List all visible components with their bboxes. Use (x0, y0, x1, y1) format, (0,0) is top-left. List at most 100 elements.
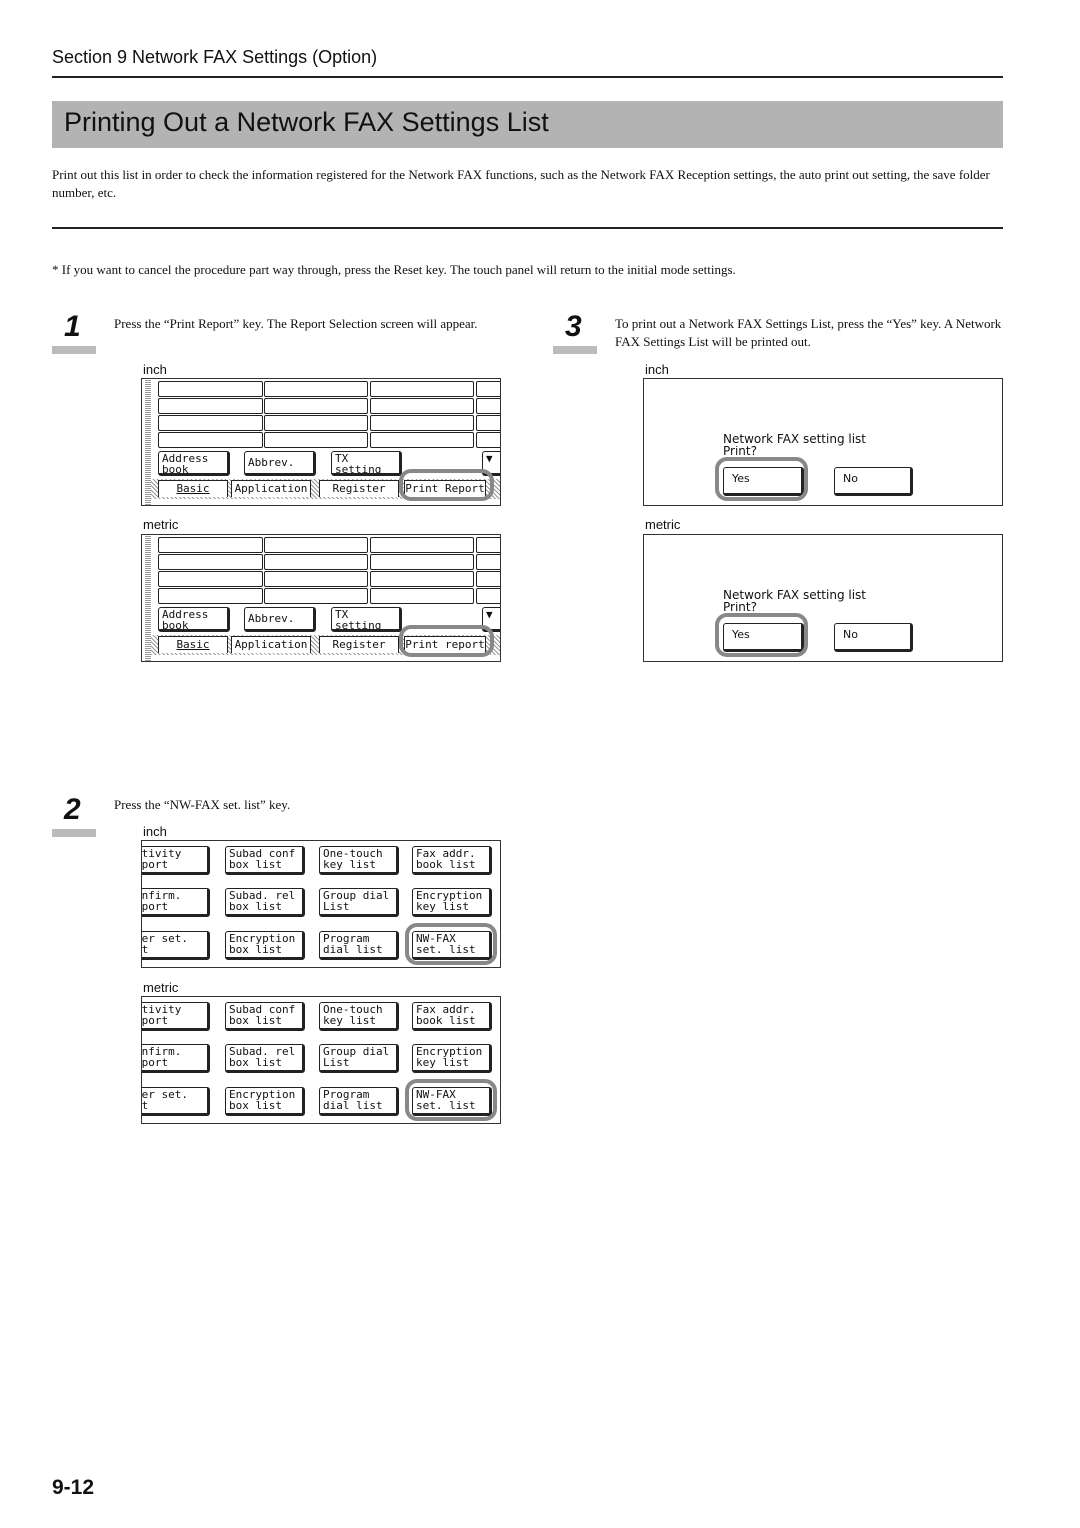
intro-rule (52, 227, 1003, 229)
list-cell[interactable] (264, 571, 368, 587)
list-cell[interactable] (264, 381, 368, 397)
report-key-fax-addr-book-list[interactable]: Fax addr. book list (412, 846, 492, 875)
metric-label: metric (143, 517, 179, 532)
confirm-question: Print? (723, 446, 757, 456)
list-cell[interactable] (370, 554, 474, 570)
metric-label: metric (645, 517, 681, 532)
manual-page: Section 9 Network FAX Settings (Option) … (0, 0, 1080, 1528)
page-number: 9-12 (52, 1476, 95, 1499)
report-key-ser-set-st[interactable]: ser set. st (142, 1087, 210, 1116)
inch-label: inch (143, 824, 167, 839)
tab-basic[interactable]: Basic (158, 636, 228, 653)
list-cell[interactable] (476, 432, 500, 448)
confirm-message: Network FAX setting list (723, 432, 867, 446)
tab-application[interactable]: Application (231, 636, 311, 653)
title-bar: Printing Out a Network FAX Settings List (52, 101, 1003, 148)
list-cell[interactable] (158, 432, 263, 448)
inch-label: inch (645, 362, 669, 377)
report-key-one-touch-key-list[interactable]: One-touch key list (319, 1002, 399, 1031)
list-cell[interactable] (370, 537, 474, 553)
report-key-subad-conf-box-list[interactable]: Subad conf box list (225, 1002, 305, 1031)
step-3-text: To print out a Network FAX Settings List… (615, 316, 1002, 349)
confirm-screen-inch: Network FAX setting list Print? Yes No (643, 378, 1003, 506)
list-cell[interactable] (476, 398, 500, 414)
list-cell[interactable] (476, 381, 500, 397)
list-cell[interactable] (370, 588, 474, 604)
highlight-yes (715, 613, 808, 657)
key-1[interactable]: Abbrev. (244, 607, 316, 632)
key-2[interactable]: TX setting (331, 607, 402, 632)
list-cell[interactable] (476, 554, 500, 570)
list-cell[interactable] (158, 537, 263, 553)
report-key-onfirm-eport[interactable]: onfirm. eport (142, 1044, 210, 1073)
tab-application[interactable]: Application (231, 480, 311, 497)
key-0[interactable]: Address book (158, 607, 230, 632)
list-cell[interactable] (158, 554, 263, 570)
no-button[interactable]: No (834, 623, 913, 652)
list-cell[interactable] (264, 554, 368, 570)
step-2-number: 2 (52, 793, 96, 837)
list-cell[interactable] (370, 415, 474, 431)
list-cell[interactable] (158, 398, 263, 414)
report-key-encryption-box-list[interactable]: Encryption box list (225, 931, 305, 960)
report-key-encryption-box-list[interactable]: Encryption box list (225, 1087, 305, 1116)
key-2[interactable]: TX setting (331, 451, 402, 476)
report-key-subad-conf-box-list[interactable]: Subad conf box list (225, 846, 305, 875)
report-selection-inch: ctivity eport Subad conf box list One-touc… (141, 840, 501, 968)
list-cell[interactable] (158, 571, 263, 587)
report-key-ctivity-eport[interactable]: ctivity eport (142, 1002, 210, 1031)
highlight-yes (715, 457, 808, 501)
report-key-group-dial-list[interactable]: Group dial List (319, 1044, 399, 1073)
key-1[interactable]: Abbrev. (244, 451, 316, 476)
list-cell[interactable] (476, 588, 500, 604)
highlight-print-report (399, 469, 494, 501)
confirm-screen-metric: Network FAX setting list Print? Yes No (643, 534, 1003, 662)
list-cell[interactable] (264, 537, 368, 553)
intro-text: Print out this list in order to check th… (52, 167, 990, 200)
highlight-print-report (399, 625, 494, 657)
report-key-fax-addr-book-list[interactable]: Fax addr. book list (412, 1002, 492, 1031)
header-rule (52, 76, 1003, 78)
key-0[interactable]: Address book (158, 451, 230, 476)
confirm-question: Print? (723, 602, 757, 612)
tab-register[interactable]: Register (319, 636, 399, 653)
tab-register[interactable]: Register (319, 480, 399, 497)
list-cell[interactable] (158, 415, 263, 431)
list-cell[interactable] (264, 415, 368, 431)
report-key-subad-rel-box-list[interactable]: Subad. rel box list (225, 888, 305, 917)
section-header: Section 9 Network FAX Settings (Option) (52, 47, 378, 67)
tab-basic[interactable]: Basic (158, 480, 228, 497)
report-key-program-dial-list[interactable]: Program dial list (319, 1087, 399, 1116)
metric-label: metric (143, 980, 179, 995)
list-cell[interactable] (264, 398, 368, 414)
report-key-subad-rel-box-list[interactable]: Subad. rel box list (225, 1044, 305, 1073)
list-cell[interactable] (264, 588, 368, 604)
list-cell[interactable] (370, 381, 474, 397)
highlight-nw-fax (405, 923, 497, 965)
report-selection-metric: ctivity eport Subad conf box list One-touc… (141, 996, 501, 1124)
report-key-one-touch-key-list[interactable]: One-touch key list (319, 846, 399, 875)
list-cell[interactable] (476, 415, 500, 431)
report-key-ser-set-st[interactable]: ser set. st (142, 931, 210, 960)
list-cell[interactable] (370, 432, 474, 448)
report-key-program-dial-list[interactable]: Program dial list (319, 931, 399, 960)
list-cell[interactable] (476, 537, 500, 553)
list-cell[interactable] (476, 571, 500, 587)
list-cell[interactable] (370, 398, 474, 414)
step-1-number: 1 (52, 310, 96, 354)
report-key-encryption-key-list[interactable]: Encryption key list (412, 888, 492, 917)
highlight-nw-fax (405, 1079, 497, 1121)
list-cell[interactable] (158, 381, 263, 397)
report-key-onfirm-eport[interactable]: onfirm. eport (142, 888, 210, 917)
inch-label: inch (143, 362, 167, 377)
no-button[interactable]: No (834, 467, 913, 496)
list-cell[interactable] (370, 571, 474, 587)
report-key-group-dial-list[interactable]: Group dial List (319, 888, 399, 917)
note-text: * If you want to cancel the procedure pa… (52, 262, 736, 277)
list-cell[interactable] (158, 588, 263, 604)
report-key-encryption-key-list[interactable]: Encryption key list (412, 1044, 492, 1073)
report-screen-metric: Address book Abbrev. TX setting ▼ Basic Appli… (141, 534, 501, 662)
confirm-message: Network FAX setting list (723, 588, 867, 602)
list-cell[interactable] (264, 432, 368, 448)
report-key-ctivity-eport[interactable]: ctivity eport (142, 846, 210, 875)
